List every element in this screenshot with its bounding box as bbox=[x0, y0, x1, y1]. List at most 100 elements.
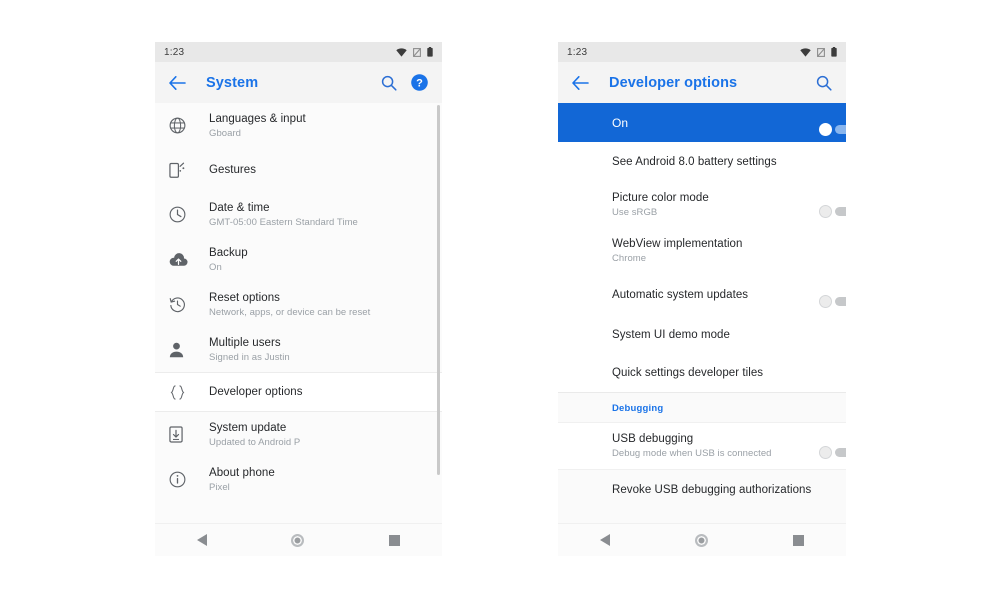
section-header-debugging: Debugging bbox=[558, 393, 846, 423]
list-item-usb-debugging[interactable]: USB debugging Debug mode when USB is con… bbox=[558, 423, 846, 469]
list-item-title: Gestures bbox=[209, 164, 257, 176]
list-item-text: Automatic system updates bbox=[612, 288, 748, 302]
list-item-gestures[interactable]: Gestures bbox=[155, 148, 442, 192]
recents-nav-icon[interactable] bbox=[388, 534, 400, 546]
list-item-title: Date & time bbox=[209, 201, 270, 214]
list-item-text: Picture color mode Use sRGB bbox=[612, 191, 709, 219]
list-item-text: Date & time GMT-05:00 Eastern Standard T… bbox=[209, 201, 358, 229]
list-item-title: System UI demo mode bbox=[612, 329, 730, 341]
back-arrow-icon[interactable] bbox=[169, 75, 186, 90]
recents-nav-icon[interactable] bbox=[792, 534, 804, 546]
list-item-title: Languages & input bbox=[209, 112, 306, 125]
list-item-picture-color-mode[interactable]: Picture color mode Use sRGB bbox=[558, 182, 846, 228]
list-scrollbar[interactable] bbox=[437, 103, 440, 523]
list-item-text: System update Updated to Android P bbox=[209, 421, 300, 449]
list-item-title: Picture color mode bbox=[612, 192, 709, 204]
list-item-system-update[interactable]: System update Updated to Android P bbox=[155, 412, 442, 457]
back-arrow-icon[interactable] bbox=[572, 75, 589, 90]
home-nav-icon[interactable] bbox=[291, 533, 305, 547]
list-scrollbar-thumb[interactable] bbox=[437, 105, 440, 475]
list-item-revoke-usb-authorizations[interactable]: Revoke USB debugging authorizations bbox=[558, 469, 846, 511]
list-item-text: WebView implementation Chrome bbox=[612, 237, 742, 265]
list-item-multiple-users[interactable]: Multiple users Signed in as Justin bbox=[155, 327, 442, 372]
language-globe-icon bbox=[169, 117, 195, 134]
list-item-reset-options[interactable]: Reset options Network, apps, or device c… bbox=[155, 282, 442, 327]
status-bar: 1:23 bbox=[558, 42, 846, 62]
status-bar-icons bbox=[800, 47, 837, 57]
toggle-knob bbox=[819, 122, 832, 136]
list-item-title: Quick settings developer tiles bbox=[612, 367, 764, 379]
backup-cloud-icon bbox=[169, 252, 195, 267]
toggle-knob bbox=[819, 205, 832, 218]
list-item-subtitle: GMT-05:00 Eastern Standard Time bbox=[209, 216, 358, 228]
clock-icon bbox=[169, 206, 195, 223]
toggle-track bbox=[835, 207, 846, 216]
screenshot-stage: 1:23 System ? Languages & input Gboard G… bbox=[0, 0, 1000, 600]
list-item-subtitle: On bbox=[209, 261, 222, 273]
list-item-text: See Android 8.0 battery settings bbox=[612, 155, 777, 169]
list-item-subtitle: Debug mode when USB is connected bbox=[612, 448, 772, 459]
toolbar-actions bbox=[816, 75, 832, 91]
toolbar: Developer options bbox=[558, 62, 846, 103]
list-item-automatic-system-updates[interactable]: Automatic system updates bbox=[558, 274, 846, 316]
wifi-icon bbox=[800, 47, 811, 57]
list-item-text: USB debugging Debug mode when USB is con… bbox=[612, 432, 772, 460]
list-item-text: Multiple users Signed in as Justin bbox=[209, 336, 290, 364]
toolbar: System ? bbox=[155, 62, 442, 103]
toggle-track bbox=[835, 297, 846, 306]
list-item-text: Quick settings developer tiles bbox=[612, 366, 763, 380]
phone-system-settings: 1:23 System ? Languages & input Gboard G… bbox=[155, 42, 442, 556]
battery-icon bbox=[427, 47, 433, 57]
list-item-title: About phone bbox=[209, 466, 275, 479]
reset-history-icon bbox=[169, 296, 195, 313]
list-item-subtitle: Use sRGB bbox=[612, 207, 658, 218]
search-icon[interactable] bbox=[381, 75, 397, 91]
gestures-icon bbox=[169, 162, 195, 179]
list-item-subtitle: Signed in as Justin bbox=[209, 351, 290, 363]
toggle-knob bbox=[819, 295, 832, 308]
list-item-title: Revoke USB debugging authorizations bbox=[612, 484, 812, 496]
list-item-subtitle: Gboard bbox=[209, 127, 241, 139]
info-circle-icon bbox=[169, 471, 195, 488]
list-item-subtitle: Network, apps, or device can be reset bbox=[209, 306, 371, 318]
navigation-bar bbox=[558, 523, 846, 556]
list-item-subtitle: Chrome bbox=[612, 253, 647, 264]
list-item-about-phone[interactable]: About phone Pixel bbox=[155, 457, 442, 502]
person-icon bbox=[169, 342, 195, 358]
list-item-title: Automatic system updates bbox=[612, 289, 749, 301]
list-item-backup[interactable]: Backup On bbox=[155, 237, 442, 282]
search-icon[interactable] bbox=[816, 75, 832, 91]
sim-off-icon bbox=[817, 47, 825, 57]
list-item-developer-options[interactable]: Developer options bbox=[155, 372, 442, 412]
list-item-title: Backup bbox=[209, 246, 248, 259]
svg-text:?: ? bbox=[416, 77, 423, 89]
list-item-quick-settings-tiles[interactable]: Quick settings developer tiles bbox=[558, 354, 846, 392]
master-switch-row[interactable]: On bbox=[558, 103, 846, 142]
back-nav-icon[interactable] bbox=[197, 534, 208, 546]
list-item-battery-settings[interactable]: See Android 8.0 battery settings bbox=[558, 142, 846, 182]
status-bar-clock: 1:23 bbox=[567, 46, 588, 58]
developer-options-list[interactable]: On See Android 8.0 battery settings Pict… bbox=[558, 103, 846, 523]
list-item-title: WebView implementation bbox=[612, 238, 743, 250]
list-item-title: Reset options bbox=[209, 291, 280, 304]
home-nav-icon[interactable] bbox=[694, 533, 708, 547]
list-item-webview-implementation[interactable]: WebView implementation Chrome bbox=[558, 228, 846, 274]
back-nav-icon[interactable] bbox=[600, 534, 611, 546]
sim-off-icon bbox=[413, 47, 421, 57]
list-item-system-ui-demo-mode[interactable]: System UI demo mode bbox=[558, 316, 846, 354]
status-bar-clock: 1:23 bbox=[164, 46, 185, 58]
list-item-date-time[interactable]: Date & time GMT-05:00 Eastern Standard T… bbox=[155, 192, 442, 237]
help-icon[interactable]: ? bbox=[411, 74, 428, 91]
status-bar: 1:23 bbox=[155, 42, 442, 62]
navigation-bar bbox=[155, 523, 442, 556]
settings-list[interactable]: Languages & input Gboard Gestures Date &… bbox=[155, 103, 442, 523]
list-item-text: Reset options Network, apps, or device c… bbox=[209, 291, 370, 319]
toolbar-actions: ? bbox=[381, 74, 428, 91]
section-header-label: Debugging bbox=[612, 402, 664, 414]
list-item-languages-input[interactable]: Languages & input Gboard bbox=[155, 103, 442, 148]
list-item-title: See Android 8.0 battery settings bbox=[612, 156, 777, 168]
master-switch-text: On bbox=[612, 116, 628, 130]
system-update-icon bbox=[169, 426, 195, 443]
wifi-icon bbox=[396, 47, 407, 57]
developer-braces-icon bbox=[169, 384, 195, 400]
